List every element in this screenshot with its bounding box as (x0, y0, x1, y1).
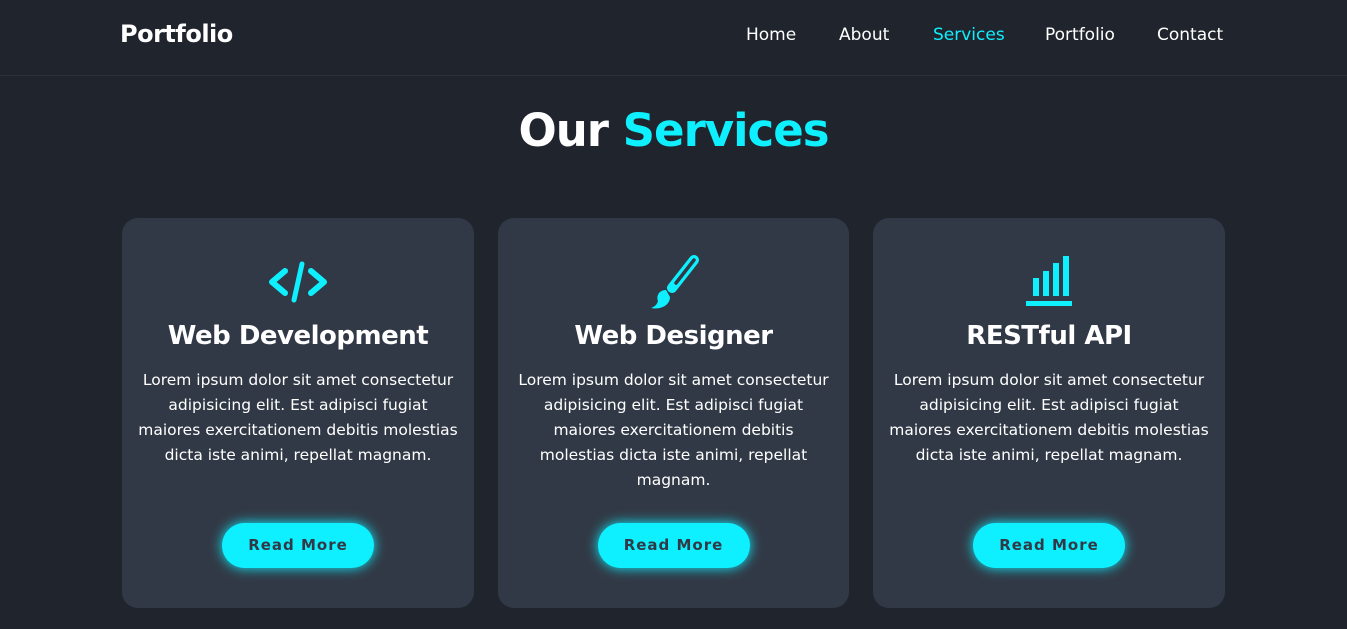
nav-link-about[interactable]: About (839, 25, 889, 45)
service-card-web-development: Web Development Lorem ipsum dolor sit am… (122, 218, 474, 608)
section-title-accent: Services (622, 104, 830, 157)
section-title: Our Services (0, 104, 1347, 157)
service-card-restful-api: RESTful API Lorem ipsum dolor sit amet c… (873, 218, 1225, 608)
read-more-button[interactable]: Read More (222, 523, 374, 568)
service-description: Lorem ipsum dolor sit amet consectetur a… (518, 371, 829, 489)
bar-chart-icon (1014, 252, 1084, 312)
service-title: Web Development (167, 321, 429, 351)
nav-link-services[interactable]: Services (933, 25, 1005, 45)
nav-link-portfolio[interactable]: Portfolio (1045, 25, 1115, 45)
service-title: Web Designer (574, 321, 773, 351)
service-card-web-designer: Web Designer Lorem ipsum dolor sit amet … (498, 218, 849, 608)
section-title-main: Our (518, 104, 623, 157)
read-more-button[interactable]: Read More (973, 523, 1125, 568)
paint-brush-icon (639, 252, 709, 312)
code-icon (263, 252, 333, 312)
read-more-button[interactable]: Read More (597, 523, 750, 568)
service-description: Lorem ipsum dolor sit amet consectetur a… (138, 371, 458, 464)
main-nav: Home About Services Portfolio Contact (0, 25, 1347, 51)
nav-link-home[interactable]: Home (746, 25, 796, 45)
service-title: RESTful API (966, 321, 1132, 351)
site-header: Portfolio Home About Services Portfolio … (0, 0, 1347, 76)
nav-link-contact[interactable]: Contact (1157, 25, 1223, 45)
service-description: Lorem ipsum dolor sit amet consectetur a… (889, 371, 1209, 464)
